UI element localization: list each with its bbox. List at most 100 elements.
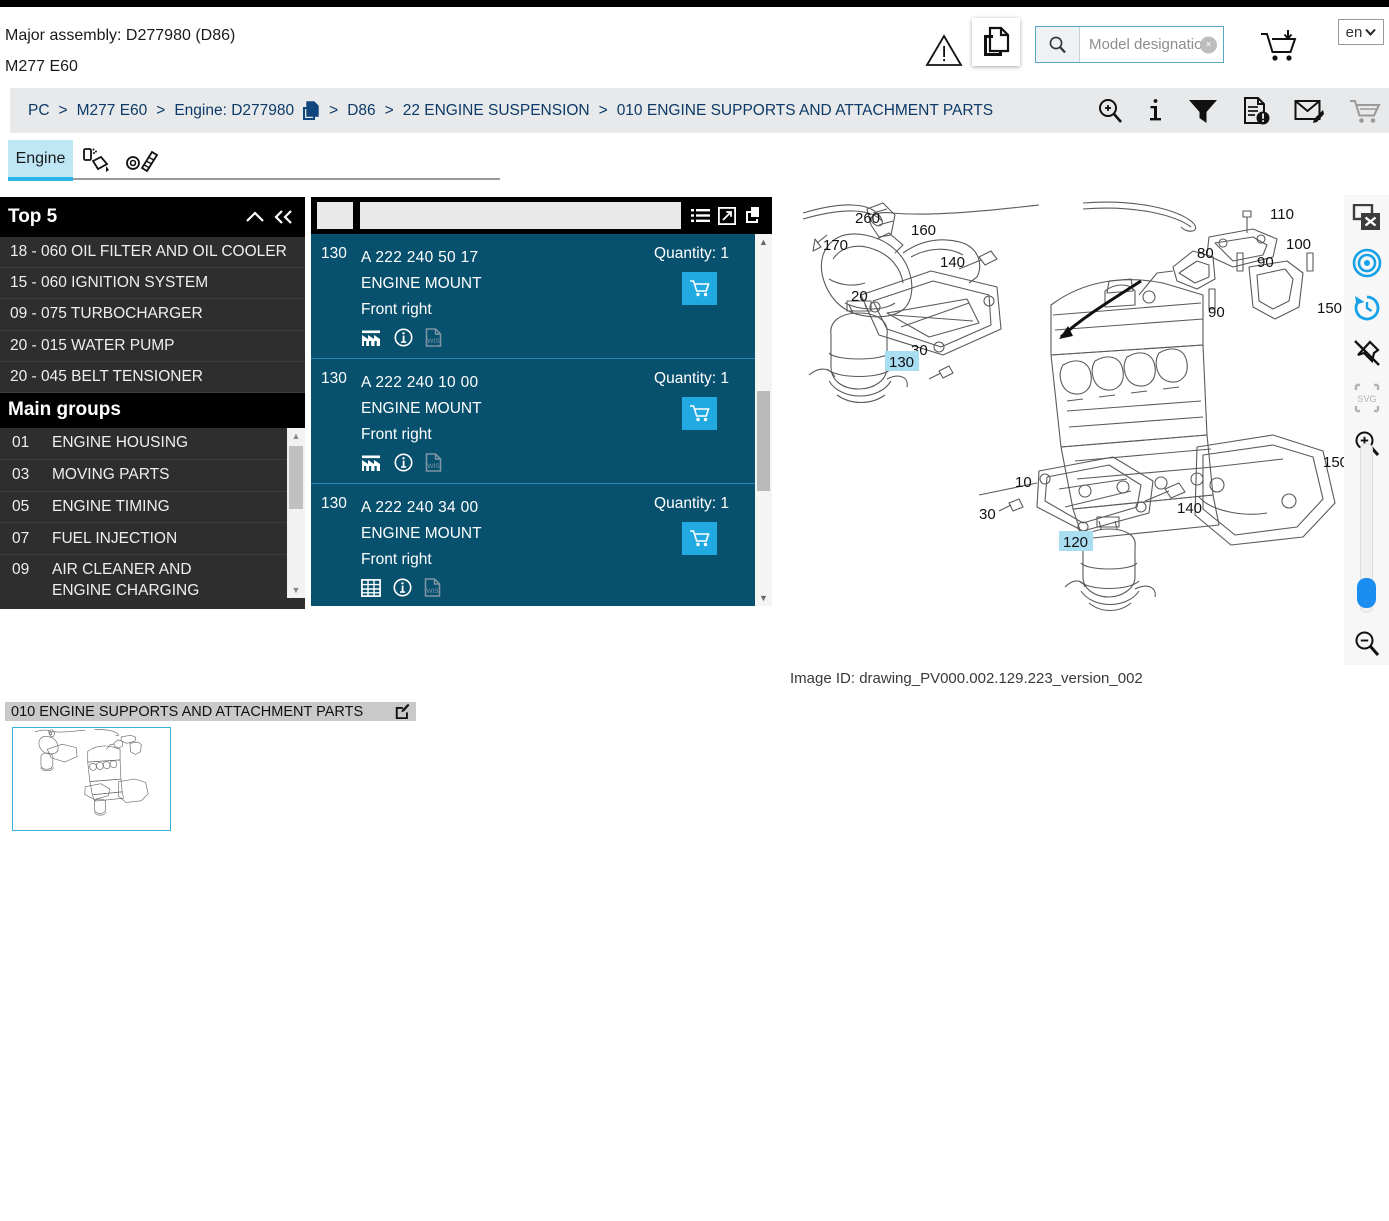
svg-text:90: 90 bbox=[1257, 254, 1274, 271]
breadcrumb-item-engine[interactable]: Engine: D277980 bbox=[174, 102, 294, 120]
language-selector[interactable]: en bbox=[1338, 19, 1384, 45]
breadcrumb-item-group[interactable]: 22 ENGINE SUSPENSION bbox=[403, 102, 590, 120]
factory-icon[interactable] bbox=[361, 454, 382, 472]
info-icon[interactable] bbox=[1147, 97, 1164, 124]
table-row[interactable]: 130 A 222 240 50 17 ENGINE MOUNT Front r… bbox=[311, 234, 772, 359]
top5-header: Top 5 bbox=[0, 197, 305, 237]
svg-export-icon[interactable]: SVG bbox=[1344, 375, 1389, 420]
copy-documents-icon[interactable] bbox=[744, 206, 764, 225]
target-focus-icon[interactable] bbox=[1344, 240, 1389, 285]
document-alert-icon[interactable] bbox=[1242, 96, 1271, 126]
breadcrumb-separator: > bbox=[156, 101, 166, 119]
parts-list-scrollbar[interactable]: ▲ ▼ bbox=[755, 234, 772, 606]
model-search-box[interactable]: × bbox=[1035, 26, 1224, 63]
table-grid-icon[interactable] bbox=[361, 578, 381, 597]
top5-item[interactable]: 18 - 060 OIL FILTER AND OIL COOLER bbox=[0, 237, 305, 269]
scroll-up-arrow-icon[interactable]: ▲ bbox=[755, 234, 772, 250]
zoom-search-icon[interactable] bbox=[1097, 97, 1124, 124]
copy-documents-button[interactable] bbox=[972, 18, 1020, 66]
breadcrumb-item-subgroup[interactable]: 010 ENGINE SUPPORTS AND ATTACHMENT PARTS bbox=[617, 102, 993, 120]
top5-item[interactable]: 15 - 060 IGNITION SYSTEM bbox=[0, 268, 305, 300]
filter-icon[interactable] bbox=[1187, 97, 1219, 125]
major-assembly-title: Major assembly: D277980 (D86) bbox=[5, 27, 236, 44]
main-group-item[interactable]: 01 ENGINE HOUSING bbox=[0, 428, 305, 460]
cart-icon[interactable] bbox=[1348, 97, 1381, 125]
main-group-item[interactable]: 05 ENGINE TIMING bbox=[0, 492, 305, 524]
chevron-up-icon[interactable] bbox=[241, 210, 269, 224]
add-to-cart-icon[interactable] bbox=[1258, 27, 1300, 65]
breadcrumb-bar: PC > M277 E60 > Engine: D277980 > D86 > … bbox=[10, 88, 1389, 133]
search-icon[interactable] bbox=[1036, 27, 1080, 62]
svg-text:30: 30 bbox=[979, 506, 996, 523]
edit-pencil-icon[interactable] bbox=[395, 704, 410, 719]
part-quantity: Quantity: 1 bbox=[654, 245, 729, 262]
main-group-number: 03 bbox=[12, 466, 30, 484]
breadcrumb-copy-icon[interactable] bbox=[301, 100, 320, 121]
unpin-icon[interactable] bbox=[1344, 330, 1389, 375]
tab-engine[interactable]: Engine bbox=[8, 140, 73, 177]
chevron-down-icon bbox=[1365, 28, 1377, 36]
svg-text:150: 150 bbox=[1323, 454, 1345, 471]
scroll-down-arrow-icon[interactable]: ▼ bbox=[755, 590, 772, 606]
scroll-down-arrow-icon[interactable]: ▼ bbox=[287, 582, 305, 598]
list-view-icon[interactable] bbox=[691, 208, 710, 224]
svg-text:10: 10 bbox=[1015, 474, 1032, 491]
main-group-number: 07 bbox=[12, 529, 30, 547]
parts-filter-field[interactable] bbox=[317, 202, 353, 229]
main-group-item[interactable]: 09 AIR CLEANER AND ENGINE CHARGING bbox=[0, 555, 305, 598]
close-window-icon[interactable] bbox=[1344, 195, 1389, 240]
main-group-number: 01 bbox=[12, 434, 30, 452]
wis-document-icon[interactable]: WIS bbox=[424, 578, 441, 597]
zoom-out-icon[interactable] bbox=[1344, 620, 1389, 665]
scrollbar-thumb[interactable] bbox=[289, 445, 303, 509]
add-to-cart-icon[interactable] bbox=[682, 522, 717, 555]
add-to-cart-icon[interactable] bbox=[682, 397, 717, 430]
expand-arrows-icon[interactable] bbox=[718, 206, 736, 225]
info-circle-icon[interactable] bbox=[394, 453, 413, 472]
top5-item[interactable]: 20 - 045 BELT TENSIONER bbox=[0, 362, 305, 393]
info-circle-icon[interactable] bbox=[394, 328, 413, 347]
main-group-label: ENGINE TIMING bbox=[52, 497, 170, 515]
scrollbar-thumb[interactable] bbox=[757, 391, 770, 491]
top5-item[interactable]: 09 - 075 TURBOCHARGER bbox=[0, 299, 305, 331]
paint-spray-icon[interactable] bbox=[80, 146, 114, 174]
main-groups-scrollbar[interactable]: ▲ ▼ bbox=[287, 427, 305, 598]
top5-item[interactable]: 20 - 015 WATER PUMP bbox=[0, 331, 305, 362]
tab-active-underline bbox=[8, 177, 73, 181]
clear-model-search-icon[interactable]: × bbox=[1200, 36, 1217, 53]
main-group-item[interactable]: 07 FUEL INJECTION bbox=[0, 523, 305, 556]
svg-text:110: 110 bbox=[1270, 206, 1294, 223]
subgroup-title: 010 ENGINE SUPPORTS AND ATTACHMENT PARTS bbox=[11, 703, 364, 720]
svg-text:WIS: WIS bbox=[427, 463, 440, 470]
table-row[interactable]: 130 A 222 240 34 00 ENGINE MOUNT Front r… bbox=[311, 484, 772, 606]
scroll-up-arrow-icon[interactable]: ▲ bbox=[287, 428, 305, 444]
breadcrumb-item-model[interactable]: M277 E60 bbox=[77, 102, 148, 120]
history-undo-icon[interactable] bbox=[1344, 285, 1389, 330]
table-row[interactable]: 130 A 222 240 10 00 ENGINE MOUNT Front r… bbox=[311, 359, 772, 484]
breadcrumb-toolbar bbox=[1097, 88, 1381, 133]
drawing-thumbnail[interactable] bbox=[12, 727, 171, 831]
main-group-number: 05 bbox=[12, 497, 30, 515]
info-circle-icon[interactable] bbox=[393, 578, 412, 597]
parts-search-field[interactable] bbox=[360, 202, 681, 229]
engine-exploded-drawing[interactable]: 260 170 160 140 20 30 110 100 80 90 90 1… bbox=[783, 195, 1345, 665]
wis-document-icon[interactable]: WIS bbox=[425, 328, 442, 347]
breadcrumb-item-pc[interactable]: PC bbox=[28, 102, 50, 120]
breadcrumb-separator: > bbox=[598, 101, 608, 119]
main-groups-list: 01 ENGINE HOUSING 03 MOVING PARTS 05 ENG… bbox=[0, 427, 305, 598]
double-chevron-left-icon[interactable] bbox=[269, 209, 297, 225]
email-edit-icon[interactable] bbox=[1294, 98, 1325, 124]
add-to-cart-icon[interactable] bbox=[682, 272, 717, 305]
bolt-nut-icon[interactable] bbox=[125, 146, 159, 174]
warning-triangle-icon[interactable] bbox=[925, 33, 963, 67]
breadcrumb-separator: > bbox=[384, 101, 394, 119]
zoom-slider-thumb[interactable] bbox=[1357, 578, 1376, 608]
wis-document-icon[interactable]: WIS bbox=[425, 453, 442, 472]
main-group-label: MOVING PARTS bbox=[52, 466, 170, 484]
breadcrumb-item-d86[interactable]: D86 bbox=[347, 102, 375, 120]
main-group-item[interactable]: 03 MOVING PARTS bbox=[0, 460, 305, 492]
main-groups-header: Main groups bbox=[0, 392, 305, 428]
main-group-label: AIR CLEANER AND ENGINE CHARGING bbox=[52, 561, 200, 598]
technical-drawing-panel[interactable]: 260 170 160 140 20 30 110 100 80 90 90 1… bbox=[783, 195, 1389, 665]
factory-icon[interactable] bbox=[361, 329, 382, 347]
